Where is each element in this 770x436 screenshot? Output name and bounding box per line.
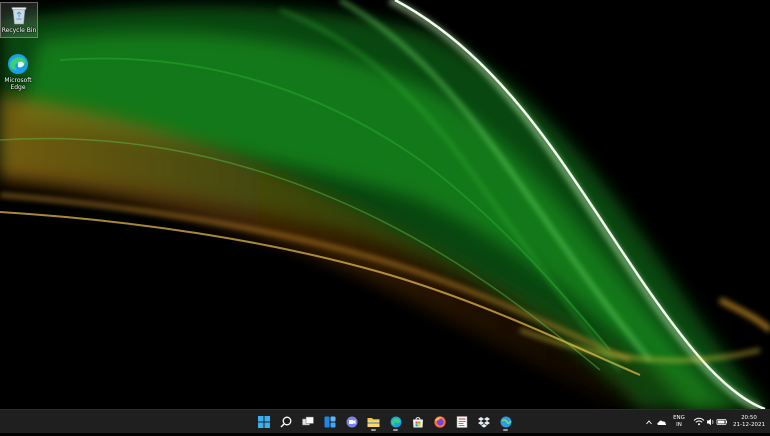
recycle-bin-icon: [11, 7, 27, 25]
globe-icon: [500, 416, 511, 427]
clock-time: 20:50: [741, 415, 757, 421]
web-app-button[interactable]: [497, 413, 514, 431]
edge-icon: [8, 54, 28, 74]
onedrive-tray-icon[interactable]: [657, 410, 667, 434]
folder-icon: [367, 417, 380, 427]
quick-settings-button[interactable]: [693, 410, 729, 434]
firefox-icon: [433, 415, 446, 428]
clock-date: 21-12-2021: [733, 422, 765, 428]
chevron-up-icon: [646, 420, 652, 425]
wifi-icon: [693, 417, 705, 426]
search-button[interactable]: [277, 413, 294, 430]
desktop-icon-recycle-bin[interactable]: Recycle Bin: [0, 2, 38, 38]
edge-taskbar-button[interactable]: [387, 413, 404, 431]
microsoft-store-button[interactable]: [409, 413, 426, 430]
task-view-icon: [301, 416, 314, 425]
cloud-icon: [657, 420, 667, 425]
show-hidden-icons-button[interactable]: [645, 410, 653, 434]
firefox-button[interactable]: [431, 413, 448, 430]
chat-icon: [346, 416, 357, 427]
chat-button[interactable]: [343, 413, 360, 430]
language-indicator[interactable]: ENG IN: [671, 410, 687, 434]
battery-icon: [716, 419, 727, 425]
widgets-button[interactable]: [321, 413, 338, 430]
clock[interactable]: 20:50 21-12-2021: [731, 410, 767, 434]
widgets-icon: [324, 416, 335, 427]
running-indicator: [393, 429, 398, 431]
search-icon: [280, 416, 291, 428]
windows-start-icon: [257, 415, 270, 428]
task-view-button[interactable]: [299, 413, 316, 430]
dropbox-icon: [477, 416, 490, 428]
dropbox-button[interactable]: [475, 413, 492, 430]
notepad-app-button[interactable]: [453, 413, 470, 430]
quick-settings-icons: [693, 417, 727, 426]
volume-icon: [707, 418, 714, 426]
running-indicator: [503, 429, 508, 431]
language-region: IN: [676, 422, 682, 428]
language-code: ENG: [673, 415, 685, 421]
running-indicator: [371, 429, 376, 431]
start-button[interactable]: [255, 413, 272, 430]
file-explorer-button[interactable]: [365, 413, 382, 431]
desktop-icon-label: Recycle Bin: [1, 27, 37, 34]
edge-icon: [390, 416, 401, 427]
taskbar: ENG IN 20:50 21-12-2021: [0, 409, 770, 433]
wallpaper: [0, 0, 770, 409]
app-icon: [456, 415, 467, 428]
desktop-icon-microsoft-edge[interactable]: Microsoft Edge: [0, 51, 36, 94]
store-icon: [412, 416, 423, 427]
desktop-icon-label: Microsoft Edge: [4, 77, 32, 91]
